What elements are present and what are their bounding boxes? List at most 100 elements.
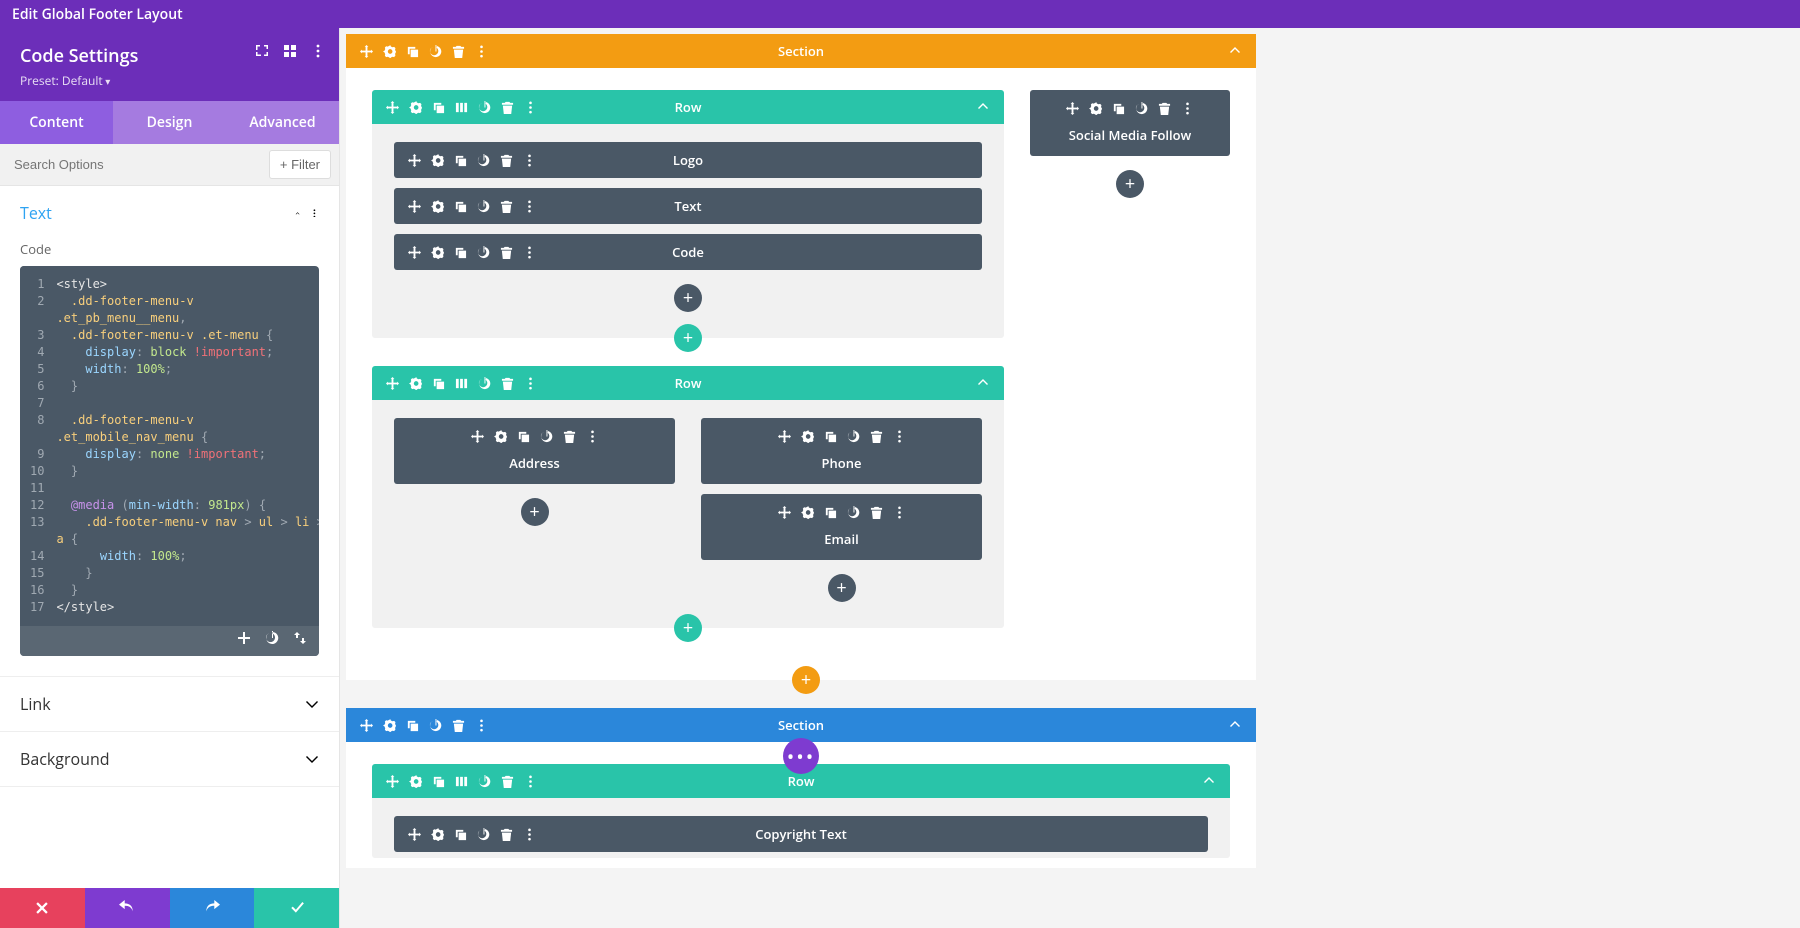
move-icon[interactable]	[408, 828, 421, 841]
grid-icon[interactable]	[283, 44, 297, 58]
duplicate-icon[interactable]	[454, 154, 467, 167]
code-editor[interactable]: 1234567891011121314151617 <style> .dd-fo…	[20, 266, 319, 656]
gear-icon[interactable]	[431, 828, 444, 841]
add-row-button[interactable]: +	[674, 614, 702, 642]
gear-icon[interactable]	[1089, 102, 1102, 115]
more-icon[interactable]	[523, 828, 536, 841]
section-bar[interactable]: Section	[346, 708, 1256, 742]
power-icon[interactable]	[477, 200, 490, 213]
more-icon[interactable]	[893, 430, 906, 443]
duplicate-icon[interactable]	[406, 719, 419, 732]
gear-icon[interactable]	[383, 45, 396, 58]
tab-content[interactable]: Content	[0, 101, 113, 144]
gear-icon[interactable]	[431, 246, 444, 259]
more-icon[interactable]	[475, 719, 488, 732]
power-icon[interactable]	[477, 154, 490, 167]
accordion-text-header[interactable]: Text	[0, 186, 339, 240]
trash-icon[interactable]	[500, 246, 513, 259]
move-icon[interactable]	[408, 246, 421, 259]
row-bar[interactable]: Row	[372, 90, 1004, 124]
power-icon[interactable]	[477, 828, 490, 841]
more-icon[interactable]	[893, 506, 906, 519]
trash-icon[interactable]	[501, 775, 514, 788]
duplicate-icon[interactable]	[432, 101, 445, 114]
trash-icon[interactable]	[1158, 102, 1171, 115]
duplicate-icon[interactable]	[824, 506, 837, 519]
power-icon[interactable]	[540, 430, 553, 443]
more-icon[interactable]	[524, 775, 537, 788]
power-icon[interactable]	[429, 45, 442, 58]
trash-icon[interactable]	[870, 430, 883, 443]
trash-icon[interactable]	[870, 506, 883, 519]
gear-icon[interactable]	[801, 430, 814, 443]
trash-icon[interactable]	[452, 719, 465, 732]
row-bar[interactable]: Row	[372, 366, 1004, 400]
add-module-button[interactable]: +	[828, 574, 856, 602]
more-icon[interactable]	[586, 430, 599, 443]
duplicate-icon[interactable]	[1112, 102, 1125, 115]
move-icon[interactable]	[1066, 102, 1079, 115]
duplicate-icon[interactable]	[454, 200, 467, 213]
tab-advanced[interactable]: Advanced	[226, 101, 339, 144]
module-code[interactable]: Code	[394, 234, 982, 270]
more-icon[interactable]	[523, 246, 536, 259]
more-icon[interactable]	[523, 154, 536, 167]
gear-icon[interactable]	[383, 719, 396, 732]
power-icon[interactable]	[1135, 102, 1148, 115]
duplicate-icon[interactable]	[454, 828, 467, 841]
close-button[interactable]	[0, 888, 85, 928]
more-icon[interactable]	[524, 377, 537, 390]
columns-icon[interactable]	[455, 101, 468, 114]
move-icon[interactable]	[360, 719, 373, 732]
power-icon[interactable]	[847, 506, 860, 519]
move-icon[interactable]	[408, 154, 421, 167]
add-module-button[interactable]: +	[521, 498, 549, 526]
trash-icon[interactable]	[500, 154, 513, 167]
move-icon[interactable]	[386, 101, 399, 114]
trash-icon[interactable]	[452, 45, 465, 58]
move-icon[interactable]	[386, 377, 399, 390]
add-module-button[interactable]: +	[1116, 170, 1144, 198]
more-icon[interactable]	[311, 44, 325, 58]
more-icon[interactable]	[310, 209, 319, 218]
trash-icon[interactable]	[500, 828, 513, 841]
columns-icon[interactable]	[455, 377, 468, 390]
collapse-icon[interactable]	[976, 98, 990, 116]
redo-button[interactable]	[170, 888, 255, 928]
undo-button[interactable]	[85, 888, 170, 928]
accordion-link-header[interactable]: Link	[0, 677, 339, 731]
add-row-button[interactable]: +	[674, 324, 702, 352]
add-module-button[interactable]: +	[674, 284, 702, 312]
move-icon[interactable]	[471, 430, 484, 443]
columns-icon[interactable]	[455, 775, 468, 788]
module-email[interactable]: Email	[701, 494, 982, 560]
collapse-icon[interactable]	[1228, 716, 1242, 734]
module-copyright[interactable]: Copyright Text	[394, 816, 1208, 852]
tab-design[interactable]: Design	[113, 101, 226, 144]
power-icon[interactable]	[478, 775, 491, 788]
search-input[interactable]	[0, 145, 261, 184]
move-icon[interactable]	[408, 200, 421, 213]
module-social[interactable]: Social Media Follow	[1030, 90, 1230, 156]
trash-icon[interactable]	[501, 377, 514, 390]
collapse-icon[interactable]	[1202, 772, 1216, 790]
more-icon[interactable]	[524, 101, 537, 114]
code-add-icon[interactable]	[237, 631, 251, 650]
gear-icon[interactable]	[801, 506, 814, 519]
duplicate-icon[interactable]	[517, 430, 530, 443]
module-logo[interactable]: Logo	[394, 142, 982, 178]
code-content[interactable]: <style> .dd-footer-menu-v .et_pb_menu__m…	[52, 266, 319, 626]
gear-icon[interactable]	[431, 200, 444, 213]
move-icon[interactable]	[778, 430, 791, 443]
gear-icon[interactable]	[409, 775, 422, 788]
more-icon[interactable]	[523, 200, 536, 213]
trash-icon[interactable]	[500, 200, 513, 213]
gear-icon[interactable]	[409, 377, 422, 390]
move-icon[interactable]	[778, 506, 791, 519]
duplicate-icon[interactable]	[824, 430, 837, 443]
gear-icon[interactable]	[494, 430, 507, 443]
module-phone[interactable]: Phone	[701, 418, 982, 484]
more-fab-button[interactable]: •••	[783, 738, 819, 774]
move-icon[interactable]	[360, 45, 373, 58]
code-sort-icon[interactable]	[293, 631, 307, 650]
